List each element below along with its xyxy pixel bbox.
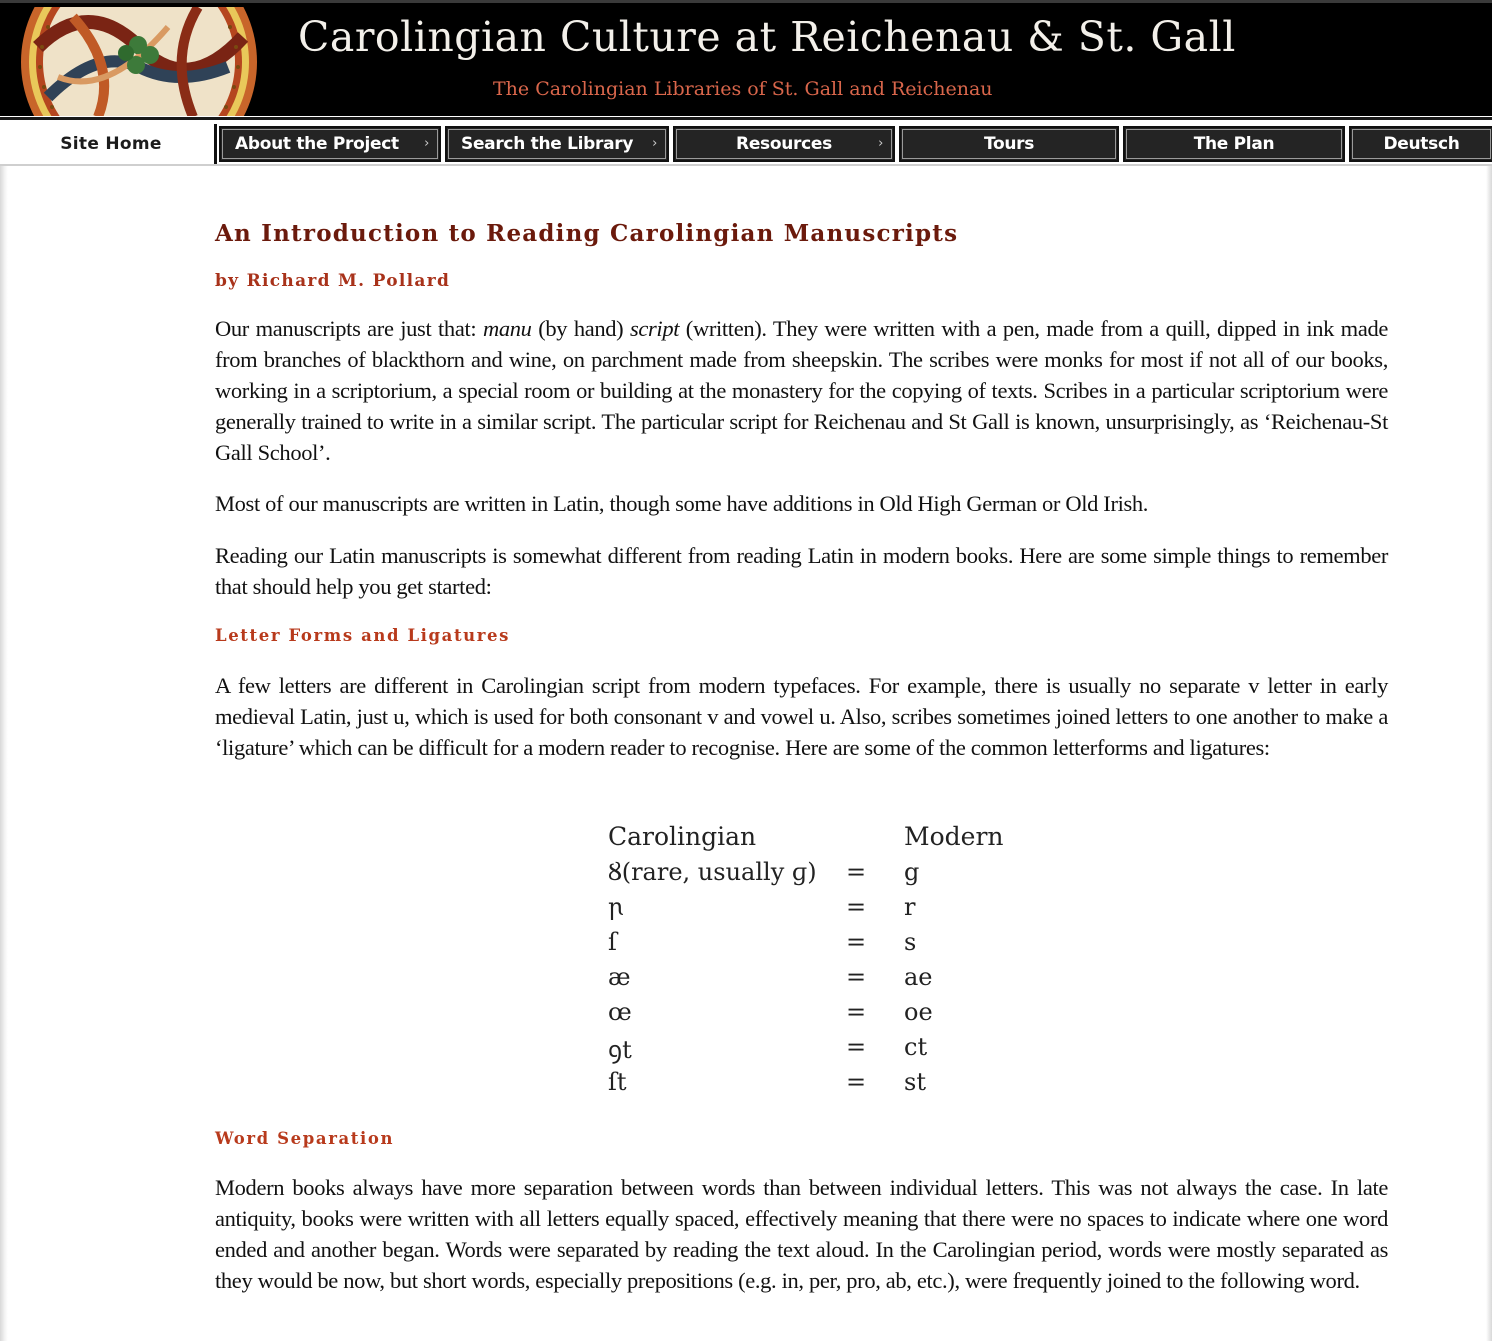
nav-site-home[interactable]: Site Home — [8, 126, 214, 162]
article-byline: by Richard M. Pollard — [215, 271, 451, 291]
ligature-row: ſ = s — [608, 928, 1028, 963]
nav-divider — [214, 124, 217, 164]
nav-deutsch[interactable]: Deutsch — [1349, 126, 1492, 162]
site-subtitle: The Carolingian Libraries of St. Gall an… — [493, 78, 993, 100]
intro-text: Our manuscripts are just that: — [215, 316, 483, 341]
carolingian-form: ſ — [608, 928, 617, 956]
equals-sign: = — [846, 893, 867, 921]
chevron-right-icon: › — [652, 136, 657, 151]
nav-label: Tours — [983, 134, 1035, 154]
nav-about-the-project[interactable]: About the Project › — [219, 126, 441, 162]
equals-sign: = — [846, 858, 867, 886]
site-banner: Carolingian Culture at Reichenau & St. G… — [0, 0, 1492, 117]
site-title: Carolingian Culture at Reichenau & St. G… — [298, 13, 1236, 61]
nav-label: Deutsch — [1383, 134, 1460, 154]
modern-form: st — [904, 1068, 926, 1096]
equals-sign: = — [846, 1068, 867, 1096]
site-logo[interactable] — [18, 7, 260, 117]
languages-paragraph: Most of our manuscripts are written in L… — [215, 491, 1149, 516]
intro-text: (by hand) — [531, 316, 630, 341]
ligature-row: ꝯt = ct — [608, 1033, 1028, 1068]
nav-tours[interactable]: Tours — [899, 126, 1119, 162]
modern-form: s — [904, 928, 917, 956]
nav-resources[interactable]: Resources › — [673, 126, 895, 162]
carolingian-form: ſt — [608, 1068, 627, 1096]
modern-form: ae — [904, 963, 933, 991]
ligature-row: œ = oe — [608, 998, 1028, 1033]
article-title: An Introduction to Reading Carolingian M… — [215, 220, 959, 247]
carolingian-form: ꝯt — [608, 1036, 632, 1064]
nav-label: The Plan — [1193, 134, 1275, 154]
carolingian-form: ꞃ — [608, 893, 624, 921]
modern-form: g — [904, 858, 920, 886]
equals-sign: = — [846, 928, 867, 956]
modern-form: r — [904, 893, 916, 921]
column-header-modern: Modern — [904, 822, 1004, 851]
nav-label: About the Project — [235, 134, 399, 154]
ligature-row: ſt = st — [608, 1068, 1028, 1103]
nav-label: Resources — [736, 134, 832, 154]
chevron-right-icon: › — [424, 136, 429, 151]
letter-forms-paragraph: A few letters are different in Carolingi… — [215, 673, 1388, 760]
modern-form: ct — [904, 1033, 928, 1061]
carolingian-form: æ — [608, 963, 631, 991]
carolingian-form: Ȣ(rare, usually ɡ) — [608, 858, 817, 886]
reading-intro-paragraph: Reading our Latin manuscripts is somewha… — [215, 543, 1388, 599]
page-left-edge — [0, 165, 8, 1341]
nav-label: Site Home — [60, 134, 162, 154]
word-separation-paragraph: Modern books always have more separation… — [215, 1175, 1388, 1293]
equals-sign: = — [846, 1033, 867, 1061]
ligature-row: Ȣ(rare, usually ɡ) = g — [608, 858, 1028, 893]
nav-label: Search the Library — [461, 134, 634, 154]
equals-sign: = — [846, 998, 867, 1026]
chevron-right-icon: › — [878, 136, 883, 151]
page-right-edge — [1486, 165, 1492, 1341]
intro-emphasis-script: script — [629, 316, 680, 341]
equals-sign: = — [846, 963, 867, 991]
ligature-row: ꞃ = r — [608, 893, 1028, 928]
column-header-carolingian: Carolingian — [608, 822, 757, 851]
carolingian-form: œ — [608, 998, 632, 1026]
intro-emphasis-manu: manu — [482, 316, 532, 341]
section-heading-word-separation: Word Separation — [215, 1129, 395, 1148]
nav-search-the-library[interactable]: Search the Library › — [445, 126, 669, 162]
banner-divider — [0, 116, 1492, 120]
illuminated-roundel-logo-icon — [21, 7, 257, 117]
ligature-row: æ = ae — [608, 963, 1028, 998]
nav-the-plan[interactable]: The Plan — [1123, 126, 1345, 162]
section-heading-letter-forms: Letter Forms and Ligatures — [215, 626, 511, 645]
intro-paragraph: Our manuscripts are just that: manu (by … — [215, 313, 1388, 468]
ligature-table-header: Carolingian Modern — [608, 822, 1028, 857]
main-nav: Site Home About the Project › Search the… — [0, 122, 1492, 166]
modern-form: oe — [904, 998, 933, 1026]
